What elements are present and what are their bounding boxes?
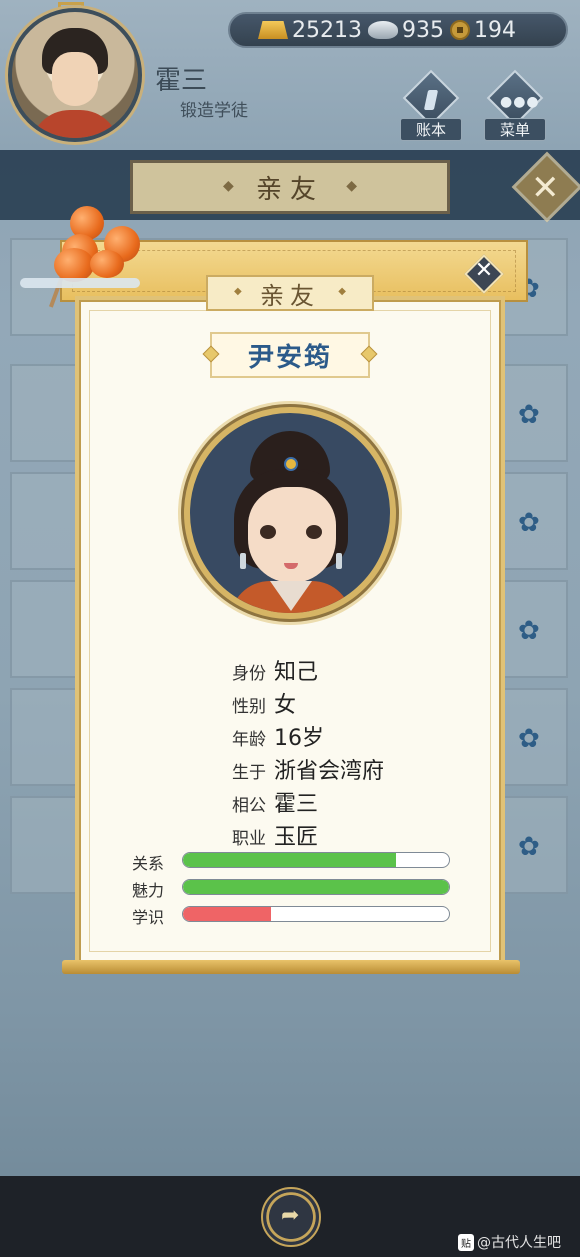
stat-bar-fill xyxy=(183,907,271,921)
copper-coin-icon xyxy=(450,20,470,40)
ledger-label: 账本 xyxy=(400,118,462,141)
panel-title-banner: 亲友 xyxy=(130,160,450,214)
watermark: 贴 @古代人生吧 xyxy=(458,1232,561,1252)
stat-bar-fill xyxy=(183,853,396,867)
watermark-text: @古代人生吧 xyxy=(477,1235,561,1251)
menu-button[interactable]: ●●● 菜单 xyxy=(484,69,546,141)
info-value: 女 xyxy=(274,693,297,718)
cloud-decoration xyxy=(20,278,140,288)
flower-icon: ✿ xyxy=(518,400,540,430)
portrait-earring xyxy=(336,553,342,569)
portrait-earring xyxy=(240,553,246,569)
panel-close-icon: ✕ xyxy=(531,168,560,208)
panel-title: 亲友 xyxy=(255,174,324,205)
stat-bar xyxy=(182,879,450,895)
silver-ingot-icon xyxy=(368,21,398,39)
info-row-identity: 身份 知己 xyxy=(150,654,430,686)
stat-bar xyxy=(182,852,450,868)
stat-bar-fill xyxy=(183,880,449,894)
info-row-occupation: 职业 玉匠 xyxy=(150,819,430,851)
more-dots-icon: ●●● xyxy=(500,94,540,110)
flower-icon: ✿ xyxy=(518,508,540,538)
person-name-plate: 尹安筠 xyxy=(202,332,378,378)
portrait-eye xyxy=(306,525,322,539)
share-button[interactable]: ➦ xyxy=(261,1187,321,1247)
info-label: 性别 xyxy=(232,697,266,717)
stat-label: 关系 xyxy=(132,854,165,873)
flower-icon: ✿ xyxy=(518,832,540,862)
share-icon: ➦ xyxy=(281,1203,300,1228)
info-value: 浙省会湾府 xyxy=(274,759,385,784)
silver-amount: 935 xyxy=(402,17,444,43)
info-value: 知己 xyxy=(274,660,319,685)
info-label: 相公 xyxy=(232,796,266,816)
player-avatar[interactable] xyxy=(8,8,142,142)
diamond-ornament-icon: ◆ xyxy=(338,286,346,297)
close-icon: ✕ xyxy=(474,258,494,283)
modal-close-button[interactable]: ✕ xyxy=(464,254,504,294)
stat-label: 学识 xyxy=(132,908,165,927)
scroll-bottom-roll xyxy=(62,960,520,974)
info-value: 16岁 xyxy=(274,726,324,751)
flower-icon: ✿ xyxy=(518,616,540,646)
stat-charm: 魅力 xyxy=(132,877,452,900)
stat-label: 魅力 xyxy=(132,881,165,900)
info-label: 年龄 xyxy=(232,730,266,750)
diamond-ornament-icon: ◆ xyxy=(234,286,242,297)
stat-bar xyxy=(182,906,450,922)
portrait-eye xyxy=(260,525,276,539)
menu-label: 菜单 xyxy=(484,118,546,141)
player-name: 霍三 xyxy=(155,66,208,96)
portrait-hair-ornament xyxy=(284,457,298,471)
person-name: 尹安筠 xyxy=(247,342,332,373)
modal-title: 亲友 xyxy=(260,281,320,310)
modal-title-tab: ◆ 亲友 ◆ xyxy=(206,275,374,311)
gold-ingot-icon xyxy=(258,21,288,39)
info-label: 生于 xyxy=(232,763,266,783)
tieba-badge: 贴 xyxy=(458,1234,474,1251)
info-label: 职业 xyxy=(232,829,266,849)
info-value: 霍三 xyxy=(274,792,319,817)
info-row-gender: 性别 女 xyxy=(150,687,430,719)
info-row-birthplace: 生于 浙省会湾府 xyxy=(150,753,430,785)
stat-relationship: 关系 xyxy=(132,850,452,873)
info-row-husband: 相公 霍三 xyxy=(150,786,430,818)
avatar-robe xyxy=(30,110,120,138)
hawthorn-fruit-icon xyxy=(54,248,94,282)
ledger-button[interactable]: 账本 xyxy=(400,69,462,141)
person-portrait xyxy=(184,407,396,619)
stat-knowledge: 学识 xyxy=(132,904,452,927)
info-row-age: 年龄 16岁 xyxy=(150,720,430,752)
info-label: 身份 xyxy=(232,664,266,684)
flower-icon: ✿ xyxy=(518,724,540,754)
gold-amount: 25213 xyxy=(292,17,362,43)
coin-amount: 194 xyxy=(474,17,516,43)
currency-bar: 25213 935 194 xyxy=(228,12,568,48)
avatar-face xyxy=(52,52,98,106)
hawthorn-fruit-icon xyxy=(90,250,124,278)
player-title: 锻造学徒 xyxy=(180,101,248,121)
info-value: 玉匠 xyxy=(274,825,319,850)
